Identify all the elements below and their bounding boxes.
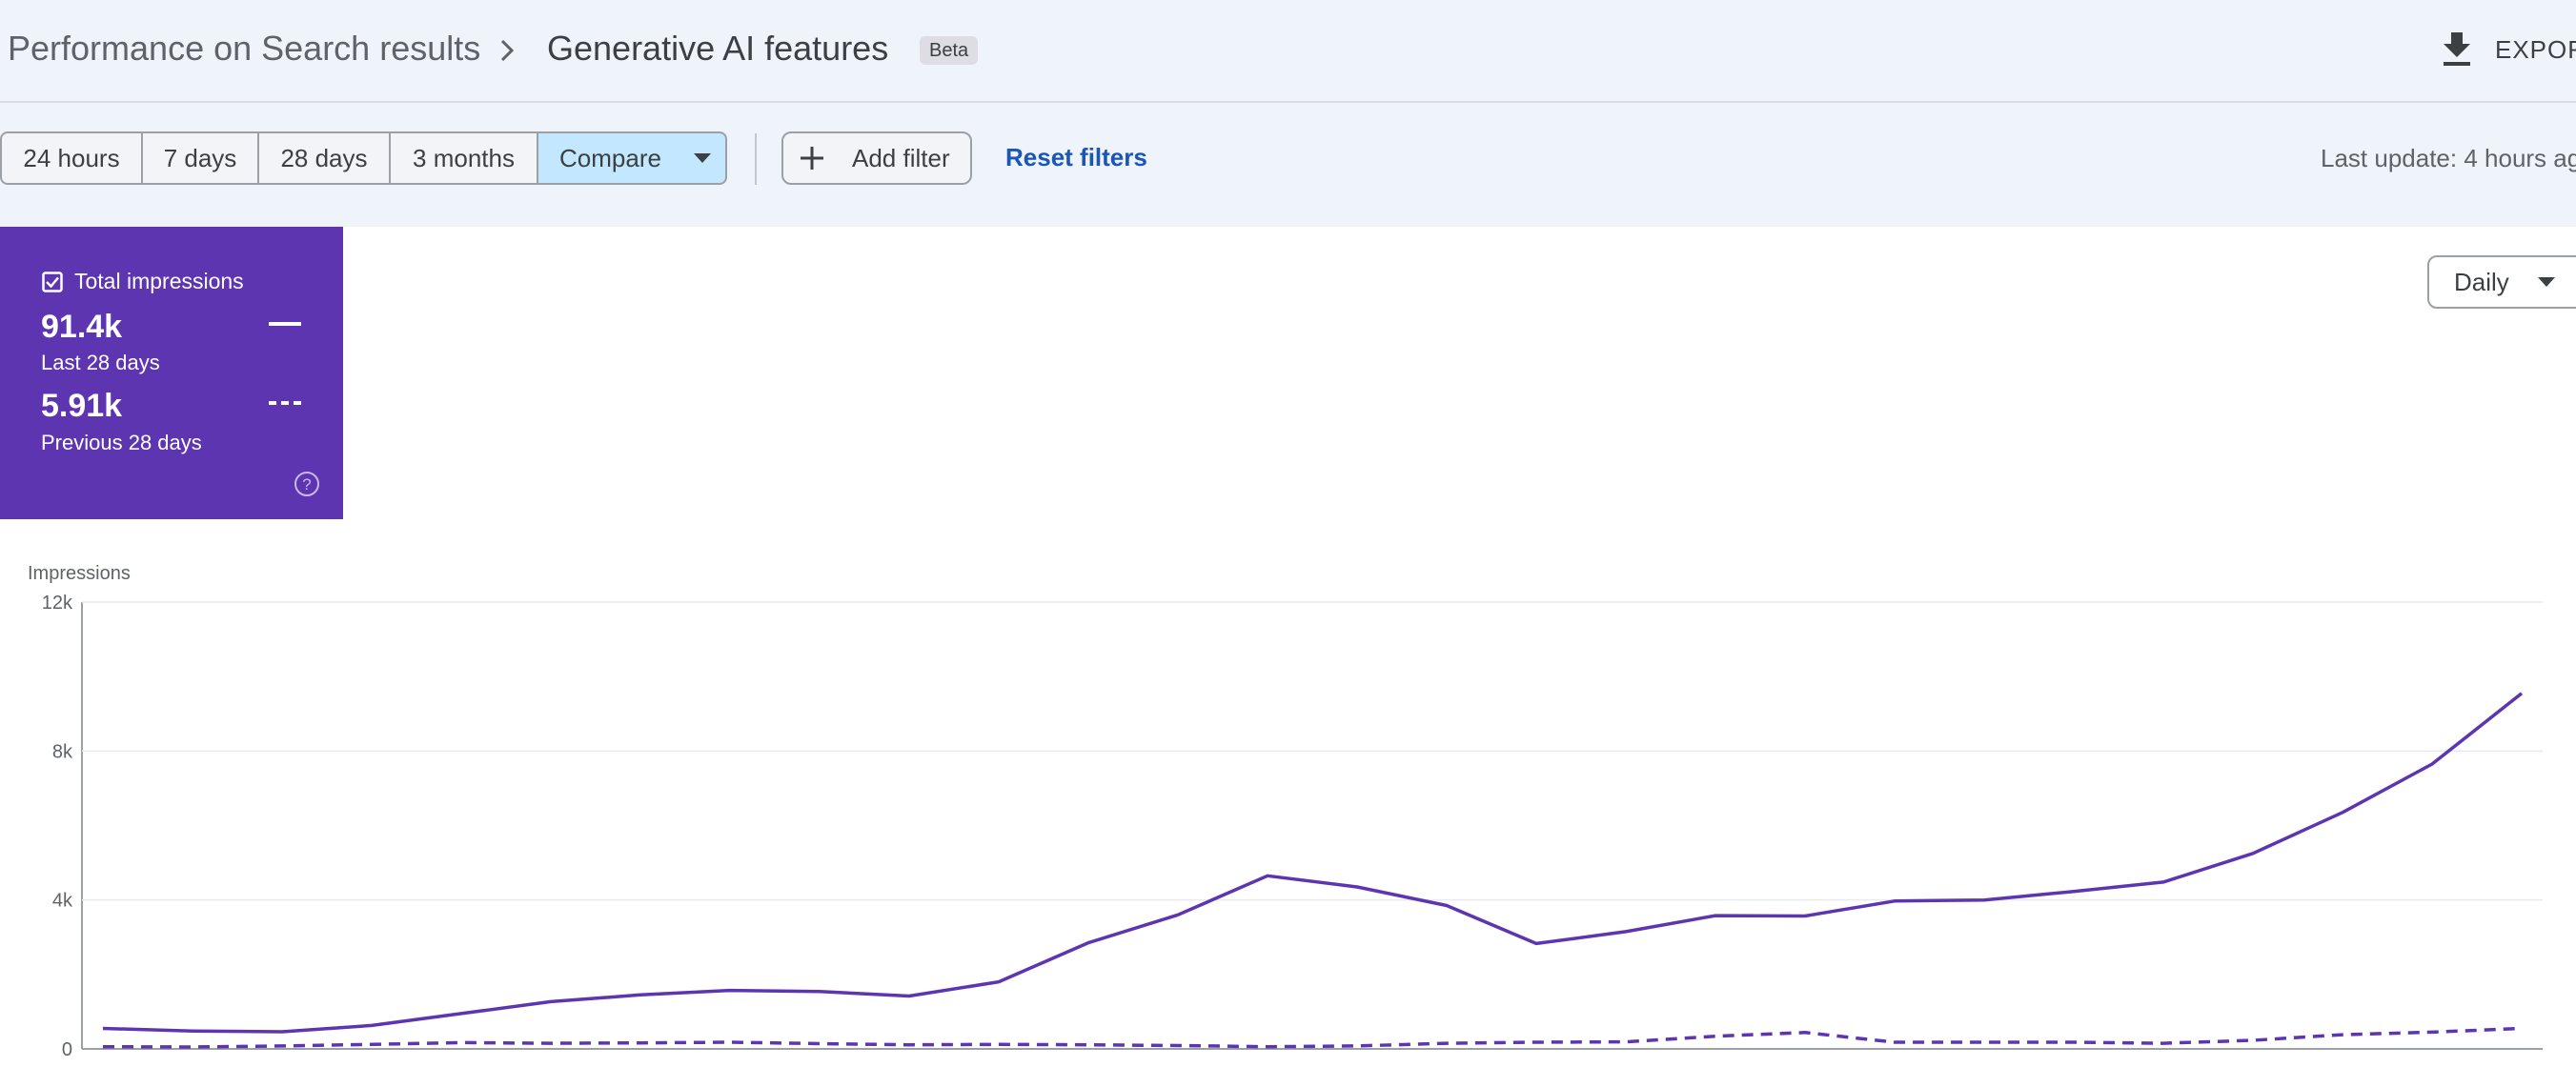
- page-header: Performance on Search results Generative…: [0, 0, 2576, 103]
- range-24-hours[interactable]: 24 hours: [0, 131, 143, 185]
- divider: [755, 133, 757, 185]
- y-tick-label: 4k: [52, 891, 73, 912]
- add-filter-button[interactable]: Add filter: [781, 131, 972, 185]
- reset-filters-link[interactable]: Reset filters: [1005, 143, 1147, 172]
- y-tick-label: 12k: [42, 593, 73, 614]
- solid-line-legend: [269, 322, 301, 326]
- metric-title: Total impressions: [74, 269, 244, 293]
- chevron-right-icon: [500, 39, 515, 62]
- checkbox-checked-icon[interactable]: [42, 272, 63, 292]
- add-filter-label: Add filter: [852, 143, 950, 172]
- compare-label: Compare: [559, 143, 661, 172]
- range-7-days[interactable]: 7 days: [141, 131, 259, 185]
- y-tick-label: 8k: [52, 741, 73, 762]
- impressions-chart: Impressions 0 4k 8k 12k: [28, 563, 2543, 1060]
- compare-dropdown[interactable]: Compare: [537, 131, 727, 185]
- caret-down-icon: [693, 153, 711, 163]
- plus-icon: [801, 147, 823, 170]
- current-period: Last 28 days: [41, 351, 160, 374]
- current-period-line: [102, 692, 2524, 1034]
- breadcrumb-parent[interactable]: Performance on Search results: [8, 29, 480, 69]
- help-icon[interactable]: ?: [294, 471, 320, 497]
- beta-badge: Beta: [920, 36, 979, 65]
- svg-text:?: ?: [302, 475, 311, 493]
- previous-period: Previous 28 days: [41, 431, 202, 454]
- previous-period-line: [102, 1026, 2523, 1049]
- granularity-label: Daily: [2454, 267, 2509, 296]
- download-icon: [2444, 32, 2470, 66]
- y-tick-label: 0: [62, 1039, 72, 1060]
- range-3-months[interactable]: 3 months: [389, 131, 538, 185]
- caret-down-icon: [2537, 277, 2555, 287]
- y-axis-label: Impressions: [28, 563, 131, 584]
- range-28-days[interactable]: 28 days: [257, 131, 391, 185]
- last-update-text: Last update: 4 hours ago: [2321, 144, 2576, 172]
- dashed-line-legend: [269, 401, 301, 405]
- current-value: 91.4k: [41, 309, 123, 345]
- export-label: EXPORT: [2495, 34, 2576, 64]
- previous-value: 5.91k: [41, 388, 123, 424]
- export-button[interactable]: EXPORT: [2440, 29, 2576, 70]
- granularity-dropdown[interactable]: Daily: [2427, 255, 2576, 309]
- total-impressions-card[interactable]: Total impressions 91.4k Last 28 days 5.9…: [0, 227, 343, 519]
- filter-bar: 24 hours 7 days 28 days 3 months Compare…: [0, 103, 2576, 227]
- page-title: Generative AI features: [547, 29, 889, 68]
